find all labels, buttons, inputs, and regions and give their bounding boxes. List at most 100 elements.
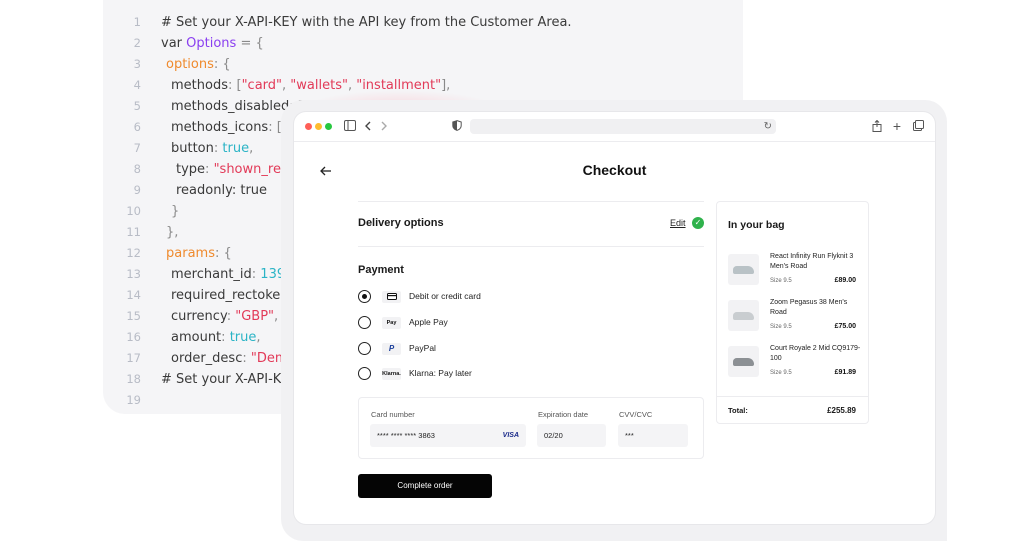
maximize-window-dot[interactable] (325, 123, 332, 130)
delivery-options-title: Delivery options (358, 217, 444, 229)
card-number-value: **** **** **** 3863 (377, 431, 435, 440)
code-text: } (171, 201, 179, 222)
payment-radio-1[interactable] (358, 316, 371, 329)
code-token: = { (236, 36, 264, 51)
line-number: 8 (133, 162, 141, 176)
cvv-input[interactable]: *** (618, 424, 688, 447)
code-token: options (166, 57, 214, 72)
line-number: 7 (133, 141, 141, 155)
divider (717, 396, 868, 397)
code-text: # Set your X-API-KEY with the API key fr… (161, 12, 572, 33)
code-text: amount: true, (171, 327, 261, 348)
browser-toolbar: ↻ + (294, 112, 935, 142)
line-number: 6 (133, 120, 141, 134)
code-token: order_desc (171, 351, 243, 366)
browser-window: ↻ + Checkout Delivery options Edit ✓ Pay… (294, 112, 935, 524)
product-thumbnail[interactable] (728, 346, 759, 377)
payment-radio-2[interactable] (358, 342, 371, 355)
shield-icon (449, 118, 465, 134)
code-token: : [ (227, 78, 242, 93)
code-token: amount (171, 330, 222, 345)
payment-method-label[interactable]: Debit or credit card (409, 291, 481, 301)
code-token: methods (171, 78, 228, 93)
card-number-input[interactable]: **** **** **** 3863 VISA (370, 424, 526, 447)
line-number: 4 (133, 78, 141, 92)
new-tab-icon[interactable]: + (889, 118, 905, 134)
product-size: Size 9.5 (770, 324, 792, 330)
code-text: methods_icons: ["a (171, 117, 296, 138)
visa-icon: VISA (502, 432, 519, 439)
product-name[interactable]: Court Royale 2 Mid CQ9179-100 (770, 344, 862, 364)
product-size: Size 9.5 (770, 370, 792, 376)
card-icon (382, 290, 401, 303)
code-text: button: true, (171, 138, 253, 159)
product-thumbnail[interactable] (728, 254, 759, 285)
product-name[interactable]: React Infinity Run Flyknit 3 Men's Road (770, 252, 862, 272)
payment-method-label[interactable]: Klarna: Pay later (409, 368, 472, 378)
line-number: 12 (126, 246, 141, 260)
line-number: 19 (126, 393, 141, 407)
payment-radio-3[interactable] (358, 367, 371, 380)
code-token: : (242, 351, 251, 366)
tabs-overview-icon[interactable] (910, 118, 926, 134)
complete-order-button[interactable]: Complete order (358, 474, 492, 498)
minimize-window-dot[interactable] (315, 123, 322, 130)
expiration-date-input[interactable]: 02/20 (537, 424, 606, 447)
cvv-value: *** (625, 431, 634, 440)
code-token: methods_icons (171, 120, 269, 135)
product-price: £75.00 (834, 323, 856, 330)
code-token: currency (171, 309, 227, 324)
payment-method-label[interactable]: PayPal (409, 343, 436, 353)
bag-total-label: Total: (728, 406, 748, 415)
close-window-dot[interactable] (305, 123, 312, 130)
code-token: true (222, 141, 250, 156)
product-name[interactable]: Zoom Pegasus 38 Men's Road (770, 298, 862, 318)
card-details-form: Card number **** **** **** 3863 VISA Exp… (358, 397, 704, 459)
edit-delivery-link[interactable]: Edit (670, 218, 686, 228)
code-token: , (256, 330, 261, 345)
line-number: 15 (126, 309, 141, 323)
code-token: , (274, 309, 279, 324)
product-price: £91.89 (834, 369, 856, 376)
code-text: }, (166, 222, 178, 243)
divider (358, 246, 704, 247)
address-bar[interactable]: ↻ (470, 119, 776, 134)
code-token: # Set your X-API-KEY with the API key fr… (161, 15, 572, 30)
code-token: }, (166, 225, 179, 240)
line-number: 11 (126, 225, 141, 239)
payment-method-label[interactable]: Apple Pay (409, 317, 448, 327)
code-token: params (166, 246, 215, 261)
bag-title: In your bag (728, 219, 785, 231)
code-text: params: { (166, 243, 232, 264)
code-line: 1 # Set your X-API-KEY with the API key f… (103, 12, 743, 33)
code-token: var (161, 36, 187, 51)
share-icon[interactable] (869, 118, 885, 134)
code-text: options: { (166, 54, 231, 75)
line-number: 2 (133, 36, 141, 50)
chevron-right-icon[interactable] (376, 118, 392, 134)
code-token: Options (186, 36, 237, 51)
bag-total-value: £255.89 (827, 406, 856, 415)
reload-icon[interactable]: ↻ (764, 119, 772, 134)
line-number: 14 (126, 288, 141, 302)
line-number: 17 (126, 351, 141, 365)
card-number-label: Card number (371, 410, 415, 419)
code-token: : (205, 162, 214, 177)
code-token: } (171, 204, 180, 219)
product-thumbnail[interactable] (728, 300, 759, 331)
check-icon: ✓ (692, 217, 704, 229)
code-token: : [ (268, 120, 282, 135)
code-token: "card" (241, 78, 283, 93)
code-line: 2 var Options = { (103, 33, 743, 54)
sidebar-icon[interactable] (342, 118, 358, 134)
klarna-icon: Klarna. (382, 367, 401, 380)
code-text: currency: "GBP", (171, 306, 278, 327)
code-text: readonly: true (176, 180, 267, 201)
code-token: merchant_id (171, 267, 252, 282)
chevron-left-icon[interactable] (360, 118, 376, 134)
shoe-icon (733, 358, 754, 366)
code-token: # Set your X-API-KEY (161, 372, 298, 387)
payment-radio-0[interactable] (358, 290, 371, 303)
apple-pay-icon: Pay (382, 316, 401, 329)
code-token: "GBP" (235, 309, 275, 324)
